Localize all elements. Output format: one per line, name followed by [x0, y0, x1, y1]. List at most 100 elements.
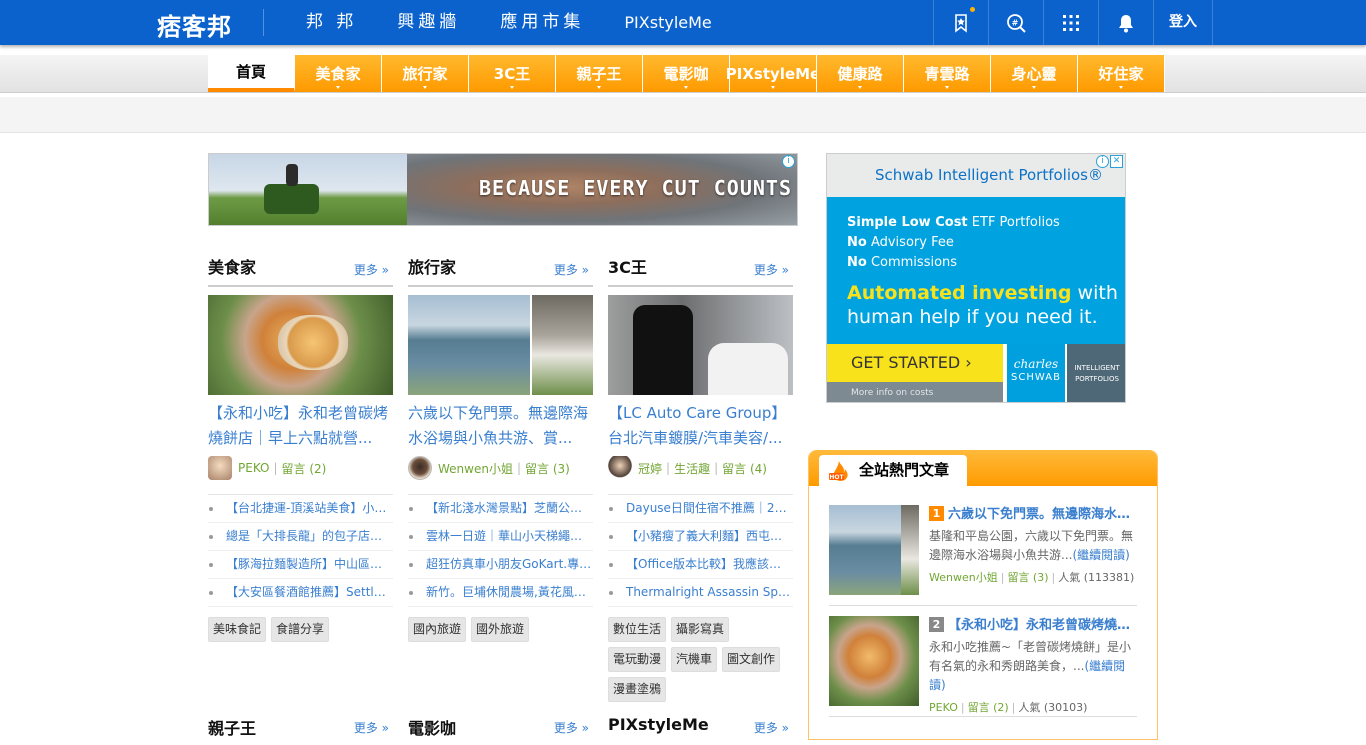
hot-article-text: 1 六歲以下免門票。無邊際海水浴場與小魚共游 基隆和平島公園，六歲以下免門票。無邊… [929, 505, 1137, 587]
popularity-count: 人氣 (113381) [1058, 571, 1135, 584]
avatar[interactable] [408, 456, 432, 480]
bookmark-button[interactable] [933, 0, 988, 45]
list-item[interactable]: 總是「大排長龍」的包子店！… [208, 523, 393, 551]
list-item[interactable]: 【台北捷運-頂溪站美食】小… [208, 495, 393, 523]
category-tab-home[interactable]: 首頁 [208, 55, 295, 92]
hot-articles-tab[interactable]: HOT 全站熱門文章 [819, 455, 967, 486]
banner-ad[interactable]: BECAUSE EVERY CUT COUNTS i [208, 153, 798, 226]
ad-field-image [209, 154, 407, 225]
category-tab-health[interactable]: 健康路 [817, 55, 904, 92]
search-button[interactable]: # [988, 0, 1043, 45]
comment-count[interactable]: 留言 (2) [968, 701, 1009, 714]
ad-info-icon[interactable]: i [782, 155, 795, 168]
meta-separator: | [714, 461, 719, 475]
nav-interest-wall[interactable]: 興趣牆 [397, 0, 460, 45]
category-tab-home-living[interactable]: 好住家 [1078, 55, 1165, 92]
list-item[interactable]: 新竹。巨埔休閒農場,黃花風… [408, 579, 593, 607]
list-item[interactable]: 【新北淺水灣景點】芝蘭公園… [408, 495, 593, 523]
meta-separator: | [960, 701, 965, 714]
category-tab-career[interactable]: 青雲路 [904, 55, 991, 92]
hot-article-title-text: 【永和小吃】永和老曾碳烤燒餅店 [948, 618, 1137, 633]
tag[interactable]: 國內旅遊 [408, 617, 467, 642]
hot-article-thumbnail[interactable] [829, 505, 919, 595]
hot-article-meta: Wenwen小姐 | 留言 (3) | 人氣 (113381) [929, 569, 1137, 587]
ad-line: No Commissions [847, 253, 1125, 273]
more-link[interactable]: 更多 » [754, 261, 789, 278]
avatar[interactable] [608, 456, 632, 480]
hot-article-desc: 基隆和平島公園，六歲以下免門票。無邊際海水浴場與小魚共游...(繼續閱讀) [929, 527, 1137, 565]
list-item[interactable]: 【大安區餐酒館推薦】Settle … [208, 579, 393, 607]
costs-link[interactable]: More info on costs [827, 382, 1003, 402]
category-tab-food[interactable]: 美食家 [295, 55, 382, 92]
ad-line-text: Advisory Fee [866, 235, 954, 250]
read-more-link[interactable]: (繼續閱讀) [1072, 548, 1129, 562]
author-name[interactable]: 冠婷 [638, 460, 662, 477]
nav-bangbang[interactable]: 邦 邦 [306, 0, 357, 45]
comment-count[interactable]: 留言 (3) [1007, 571, 1048, 584]
tag[interactable]: 電玩動漫 [608, 647, 667, 672]
list-item[interactable]: 雲林一日遊｜華山小天梯繩索… [408, 523, 593, 551]
login-button[interactable]: 登入 [1153, 0, 1213, 45]
post-thumbnail[interactable] [608, 295, 793, 395]
article-list: 【新北淺水灣景點】芝蘭公園… 雲林一日遊｜華山小天梯繩索… 超狂仿真車小朋友Go… [408, 494, 593, 607]
meta-separator: | [273, 461, 278, 475]
tag[interactable]: 漫畫塗鴉 [608, 677, 667, 702]
more-link[interactable]: 更多 » [354, 261, 389, 278]
list-item[interactable]: Thermalright Assassin Spirit … [608, 579, 793, 607]
tag[interactable]: 汽機車 [671, 647, 718, 672]
list-item[interactable]: 【小豬瘦了義大利麵】西屯聚… [608, 523, 793, 551]
list-item[interactable]: 【Office版本比較】我應該買… [608, 551, 793, 579]
comment-count[interactable]: 留言 (4) [722, 460, 767, 477]
tag[interactable]: 圖文創作 [722, 647, 781, 672]
notifications-button[interactable] [1098, 0, 1153, 45]
list-item[interactable]: Dayuse日間住宿不推薦｜20… [608, 495, 793, 523]
category-tab-3c[interactable]: 3C王 [469, 55, 556, 92]
schwab-logo: charles SCHWAB [1007, 344, 1065, 402]
nav-app-market[interactable]: 應用市集 [500, 0, 584, 45]
tag[interactable]: 食譜分享 [271, 617, 330, 642]
post-title-link[interactable]: 六歲以下免門票。無邊際海水浴場與小魚共游、賞... [408, 401, 593, 451]
side-ad[interactable]: Schwab Intelligent Portfolios® i ✕ Simpl… [826, 153, 1126, 403]
list-item[interactable]: 超狂仿真車小朋友GoKart.專… [408, 551, 593, 579]
post-title-link[interactable]: 【LC Auto Care Group】台北汽車鍍膜/汽車美容/... [608, 401, 793, 451]
post-author: PEKO | 留言 (2) [208, 456, 393, 480]
hot-article-item: 2 【永和小吃】永和老曾碳烤燒餅店 永和小吃推薦~「老曾碳烤燒餅」是小有名氣的永和… [829, 616, 1137, 717]
get-started-button[interactable]: GET STARTED › [827, 344, 1003, 382]
channel-name[interactable]: 生活趣 [674, 460, 710, 477]
author-name[interactable]: Wenwen小姐 [929, 571, 998, 584]
ad-body: Simple Low Cost ETF Portfolios No Adviso… [827, 197, 1125, 344]
nav-pixstyleme[interactable]: PIXstyleMe [624, 0, 711, 45]
column-3c: 3C王 更多 » 【LC Auto Care Group】台北汽車鍍膜/汽車美容… [608, 255, 793, 707]
apps-grid-icon [1063, 14, 1079, 31]
more-link[interactable]: 更多 » [554, 261, 589, 278]
tag[interactable]: 數位生活 [608, 617, 667, 642]
category-tab-travel[interactable]: 旅行家 [382, 55, 469, 92]
article-list: 【台北捷運-頂溪站美食】小… 總是「大排長龍」的包子店！… 【豚海拉麵製造所】中… [208, 494, 393, 607]
site-logo[interactable]: 痞客邦 [157, 7, 232, 42]
category-tab-parenting[interactable]: 親子王 [556, 55, 643, 92]
post-title-link[interactable]: 【永和小吃】永和老曾碳烤燒餅店｜早上六點就營... [208, 401, 393, 451]
ad-info-icon[interactable]: i [1096, 155, 1109, 168]
close-icon[interactable]: ✕ [1110, 155, 1123, 168]
category-tab-movie[interactable]: 電影咖 [643, 55, 730, 92]
comment-count[interactable]: 留言 (2) [282, 460, 327, 477]
post-thumbnail[interactable] [408, 295, 593, 395]
avatar[interactable] [208, 456, 232, 480]
apps-button[interactable] [1043, 0, 1098, 45]
tag[interactable]: 國外旅遊 [471, 617, 530, 642]
hot-article-title[interactable]: 1 六歲以下免門票。無邊際海水浴場與小魚共游 [929, 505, 1137, 525]
author-name[interactable]: PEKO [238, 461, 269, 475]
column-movie-header: 電影咖 更多 » [408, 715, 593, 745]
comment-count[interactable]: 留言 (3) [525, 460, 570, 477]
author-name[interactable]: Wenwen小姐 [438, 460, 513, 477]
category-tab-mind[interactable]: 身心靈 [991, 55, 1078, 92]
hot-flame-icon: HOT [829, 461, 848, 481]
hot-article-thumbnail[interactable] [829, 616, 919, 706]
post-thumbnail[interactable] [208, 295, 393, 395]
tag[interactable]: 美味食記 [208, 617, 267, 642]
list-item[interactable]: 【豚海拉麵製造所】中山區拉… [208, 551, 393, 579]
tag[interactable]: 攝影寫真 [671, 617, 730, 642]
author-name[interactable]: PEKO [929, 701, 958, 714]
category-tab-pixstyleme[interactable]: PIXstyleMe [726, 55, 820, 92]
hot-article-title[interactable]: 2 【永和小吃】永和老曾碳烤燒餅店 [929, 616, 1137, 636]
